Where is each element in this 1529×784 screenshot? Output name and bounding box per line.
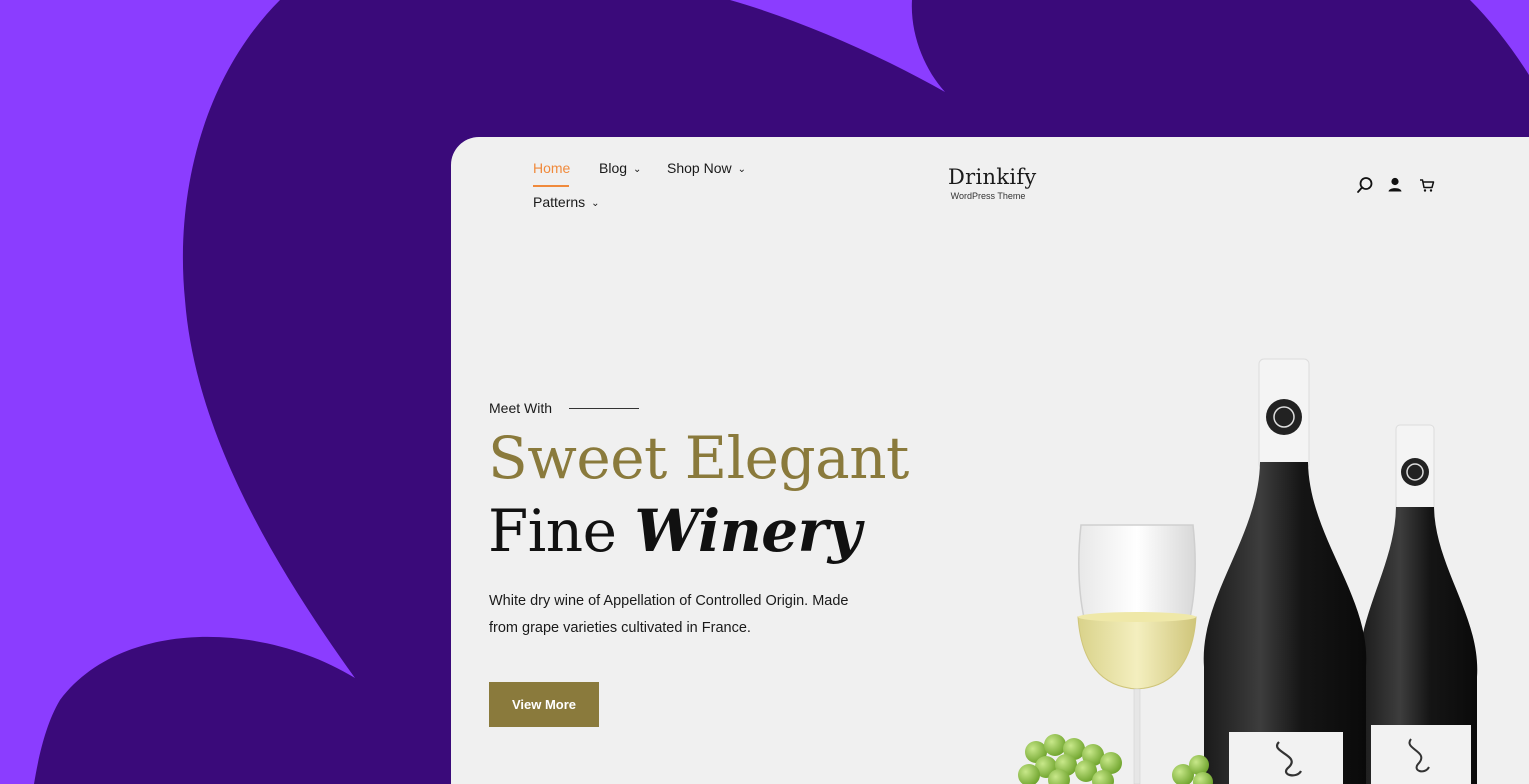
hero-eyebrow: Meet With bbox=[489, 400, 553, 416]
hero-title-plain: Fine bbox=[488, 497, 617, 565]
user-icon[interactable] bbox=[1386, 176, 1404, 194]
hero-title-line2: Fine Winery bbox=[488, 497, 861, 565]
nav-home-label: Home bbox=[533, 160, 571, 176]
view-more-button[interactable]: View More bbox=[489, 682, 599, 727]
site-tagline: WordPress Theme bbox=[950, 191, 1026, 201]
hero-description: White dry wine of Appellation of Control… bbox=[489, 593, 849, 636]
eyebrow-divider bbox=[569, 408, 639, 409]
nav-home[interactable]: Home bbox=[533, 160, 570, 176]
chevron-down-icon: ⌄ bbox=[591, 198, 600, 209]
nav-blog[interactable]: Blog ⌄ bbox=[599, 160, 641, 176]
wine-bottle-small bbox=[1358, 424, 1478, 784]
chevron-down-icon: ⌄ bbox=[737, 164, 746, 175]
hero-title-emphasis: Winery bbox=[634, 497, 861, 565]
wine-bottle-large bbox=[1203, 358, 1367, 784]
site-logo[interactable]: Drinkify WordPress Theme bbox=[948, 165, 1037, 201]
nav-blog-label: Blog bbox=[599, 160, 628, 176]
website-preview-frame: Home Blog ⌄ Shop Now ⌄ Patterns ⌄ Drinkify … bbox=[451, 137, 1529, 784]
chevron-down-icon: ⌄ bbox=[633, 164, 642, 175]
nav-active-underline bbox=[533, 185, 569, 187]
hero-product-image bbox=[1018, 358, 1478, 784]
cart-icon[interactable] bbox=[1418, 176, 1436, 194]
grape-cluster bbox=[1018, 734, 1213, 784]
nav-patterns-label: Patterns bbox=[533, 194, 586, 210]
nav-shop-now-label: Shop Now bbox=[667, 160, 732, 176]
nav-patterns[interactable]: Patterns ⌄ bbox=[533, 194, 600, 210]
nav-shop-now[interactable]: Shop Now ⌄ bbox=[667, 160, 746, 176]
search-icon[interactable] bbox=[1356, 176, 1374, 194]
site-title: Drinkify bbox=[948, 165, 1037, 189]
hero-title-line1: Sweet Elegant bbox=[488, 424, 909, 492]
